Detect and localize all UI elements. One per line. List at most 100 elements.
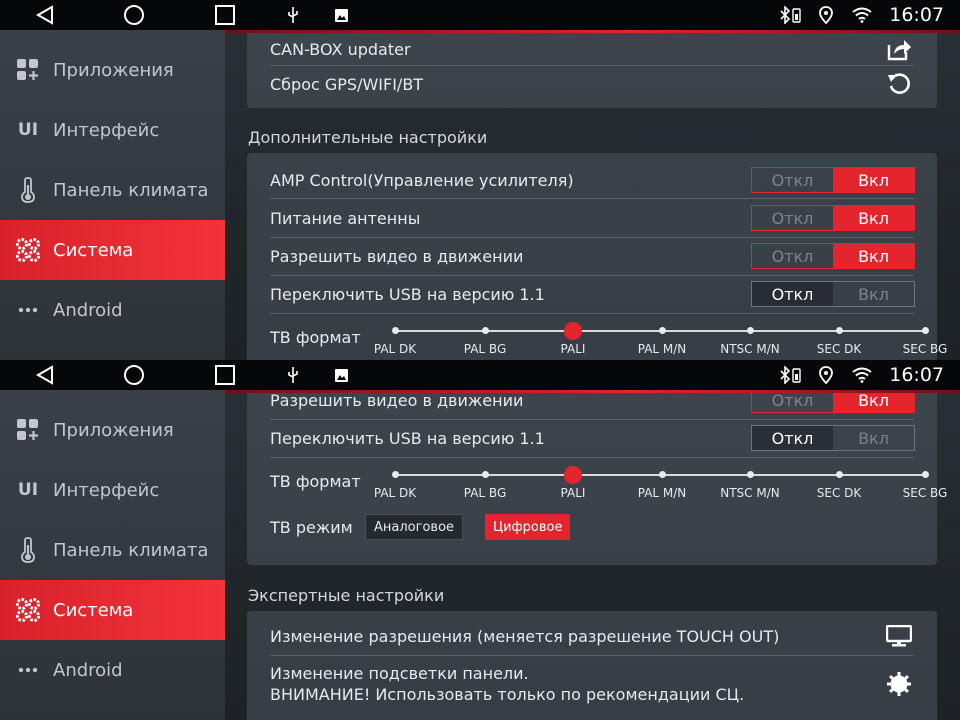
tv-format-option-label[interactable]: SEC DK xyxy=(817,342,862,356)
row-label: ТВ формат xyxy=(270,471,361,491)
usb-version-toggle[interactable]: Откл Вкл xyxy=(751,281,915,307)
tv-format-tick[interactable] xyxy=(482,471,489,478)
home-icon[interactable] xyxy=(122,3,146,27)
row-label-line1: Изменение подсветки панели. xyxy=(270,664,529,683)
tv-format-tick[interactable] xyxy=(659,471,666,478)
tv-format-tick[interactable] xyxy=(392,327,399,334)
toggle-off-option[interactable]: Откл xyxy=(752,282,833,306)
settings-panel-additional: Разрешить видео в движении Откл Вкл Пере… xyxy=(247,393,947,565)
toggle-off-option[interactable]: Откл xyxy=(752,168,833,192)
tv-format-option-label[interactable]: SEC DK xyxy=(817,486,862,500)
settings-content: Разрешить видео в движении Откл Вкл Пере… xyxy=(225,393,960,720)
thermometer-icon xyxy=(15,537,41,563)
dots-icon xyxy=(15,297,41,323)
monitor-icon[interactable] xyxy=(885,622,913,650)
toggle-on-option[interactable]: Вкл xyxy=(833,244,914,268)
tv-format-option-label[interactable]: PALI xyxy=(561,486,586,500)
tv-mode-analog-button[interactable]: Аналоговое xyxy=(365,514,464,540)
row-label: Переключить USB на версию 1.1 xyxy=(270,284,545,304)
tv-format-tick[interactable] xyxy=(922,471,929,478)
sidebar-item-android[interactable]: Android xyxy=(0,640,225,700)
back-icon[interactable] xyxy=(33,363,57,387)
sidebar: Приложения UI Интерфейс Панель климата С… xyxy=(0,30,225,360)
sidebar-item-interface[interactable]: UI Интерфейс xyxy=(0,460,225,520)
gear-badge-icon[interactable] xyxy=(885,670,913,698)
toggle-off-option[interactable]: Откл xyxy=(752,244,833,268)
toggle-on-option[interactable]: Вкл xyxy=(833,393,914,412)
back-icon[interactable] xyxy=(33,3,57,27)
divider xyxy=(270,313,914,314)
tv-format-tick[interactable] xyxy=(922,327,929,334)
tv-format-option-label[interactable]: PAL DK xyxy=(374,342,416,356)
tv-format-tick[interactable] xyxy=(659,327,666,334)
toggle-on-option[interactable]: Вкл xyxy=(833,282,914,306)
tv-format-tick[interactable] xyxy=(747,471,754,478)
video-in-motion-toggle[interactable]: Откл Вкл xyxy=(751,393,915,413)
wifi-icon xyxy=(852,367,872,383)
toggle-on-option[interactable]: Вкл xyxy=(833,168,914,192)
sidebar-item-system[interactable]: Система xyxy=(0,220,225,280)
tv-format-option-label[interactable]: PALI xyxy=(561,342,586,356)
sidebar-item-system[interactable]: Система xyxy=(0,580,225,640)
tv-format-tick[interactable] xyxy=(564,466,582,484)
toggle-on-option[interactable]: Вкл xyxy=(833,206,914,230)
row-label: Разрешить видео в движении xyxy=(270,246,524,266)
tv-format-option-label[interactable]: PAL M/N xyxy=(638,342,687,356)
tv-format-option-label[interactable]: SEC BG xyxy=(903,486,948,500)
gears-icon xyxy=(15,597,41,623)
toggle-off-option[interactable]: Откл xyxy=(752,426,833,450)
sidebar-item-climate[interactable]: Панель климата xyxy=(0,160,225,220)
sidebar-item-interface[interactable]: UI Интерфейс xyxy=(0,100,225,160)
tv-format-option-label[interactable]: PAL M/N xyxy=(638,486,687,500)
divider xyxy=(270,655,914,656)
backlight-change-row[interactable]: Изменение подсветки панели. ВНИМАНИЕ! Ис… xyxy=(247,659,937,709)
settings-panel-expert: Изменение разрешения (меняется разрешени… xyxy=(247,611,937,720)
tv-format-tick[interactable] xyxy=(747,327,754,334)
sidebar-item-climate[interactable]: Панель климата xyxy=(0,520,225,580)
screenshot-top: 16:07 Приложения UI Интерфейс Панель кли… xyxy=(0,0,960,360)
home-icon[interactable] xyxy=(122,363,146,387)
tv-format-slider[interactable]: PAL DK PAL BG PALI PAL M/N NTSC M/N SEC DK SEC… xyxy=(374,466,947,500)
tv-format-tick[interactable] xyxy=(836,327,843,334)
toggle-off-option[interactable]: Откл xyxy=(752,206,833,230)
settings-panel-additional: AMP Control(Управление усилителя) Откл В… xyxy=(247,153,947,360)
row-label: AMP Control(Управление усилителя) xyxy=(270,170,574,190)
tv-format-tick[interactable] xyxy=(564,322,582,340)
recents-icon[interactable] xyxy=(213,3,237,27)
usb-version-row: Переключить USB на версию 1.1 Откл Вкл xyxy=(247,277,937,311)
tv-format-option-label[interactable]: SEC BG xyxy=(903,342,948,356)
sidebar: Приложения UI Интерфейс Панель климата С… xyxy=(0,390,225,720)
sidebar-item-apps[interactable]: Приложения xyxy=(0,40,225,100)
tv-format-slider[interactable]: PAL DK PAL BG PALI PAL M/N NTSC M/N SEC DK SEC… xyxy=(374,322,947,356)
sidebar-item-apps[interactable]: Приложения xyxy=(0,400,225,460)
reset-gps-row[interactable]: Сброс GPS/WIFI/BT xyxy=(247,66,937,102)
apps-icon xyxy=(15,57,41,83)
gears-icon xyxy=(15,237,41,263)
tv-format-tick[interactable] xyxy=(836,471,843,478)
sidebar-item-label: Система xyxy=(53,599,134,621)
tv-format-tick[interactable] xyxy=(482,327,489,334)
antenna-power-toggle[interactable]: Откл Вкл xyxy=(751,205,915,231)
toggle-off-option[interactable]: Откл xyxy=(752,393,833,412)
tv-format-option-label[interactable]: NTSC M/N xyxy=(720,486,780,500)
sidebar-item-label: Панель климата xyxy=(53,539,209,561)
can-box-updater-row[interactable]: CAN-BOX updater xyxy=(247,33,937,65)
toggle-on-option[interactable]: Вкл xyxy=(833,426,914,450)
sidebar-item-android[interactable]: Android xyxy=(0,280,225,340)
resolution-change-row[interactable]: Изменение разрешения (меняется разрешени… xyxy=(247,619,937,653)
recents-icon[interactable] xyxy=(213,363,237,387)
share-icon[interactable] xyxy=(885,35,913,63)
reset-icon[interactable] xyxy=(885,70,913,98)
tv-format-option-label[interactable]: PAL BG xyxy=(464,342,507,356)
tv-format-option-label[interactable]: PAL BG xyxy=(464,486,507,500)
video-in-motion-toggle[interactable]: Откл Вкл xyxy=(751,243,915,269)
video-in-motion-row: Разрешить видео в движении Откл Вкл xyxy=(247,239,937,273)
divider xyxy=(270,419,914,420)
tv-format-option-label[interactable]: NTSC M/N xyxy=(720,342,780,356)
tv-format-option-label[interactable]: PAL DK xyxy=(374,486,416,500)
usb-version-toggle[interactable]: Откл Вкл xyxy=(751,425,915,451)
location-icon xyxy=(818,6,834,24)
amp-control-toggle[interactable]: Откл Вкл xyxy=(751,167,915,193)
tv-mode-digital-button[interactable]: Цифровое xyxy=(485,514,571,540)
tv-format-tick[interactable] xyxy=(392,471,399,478)
